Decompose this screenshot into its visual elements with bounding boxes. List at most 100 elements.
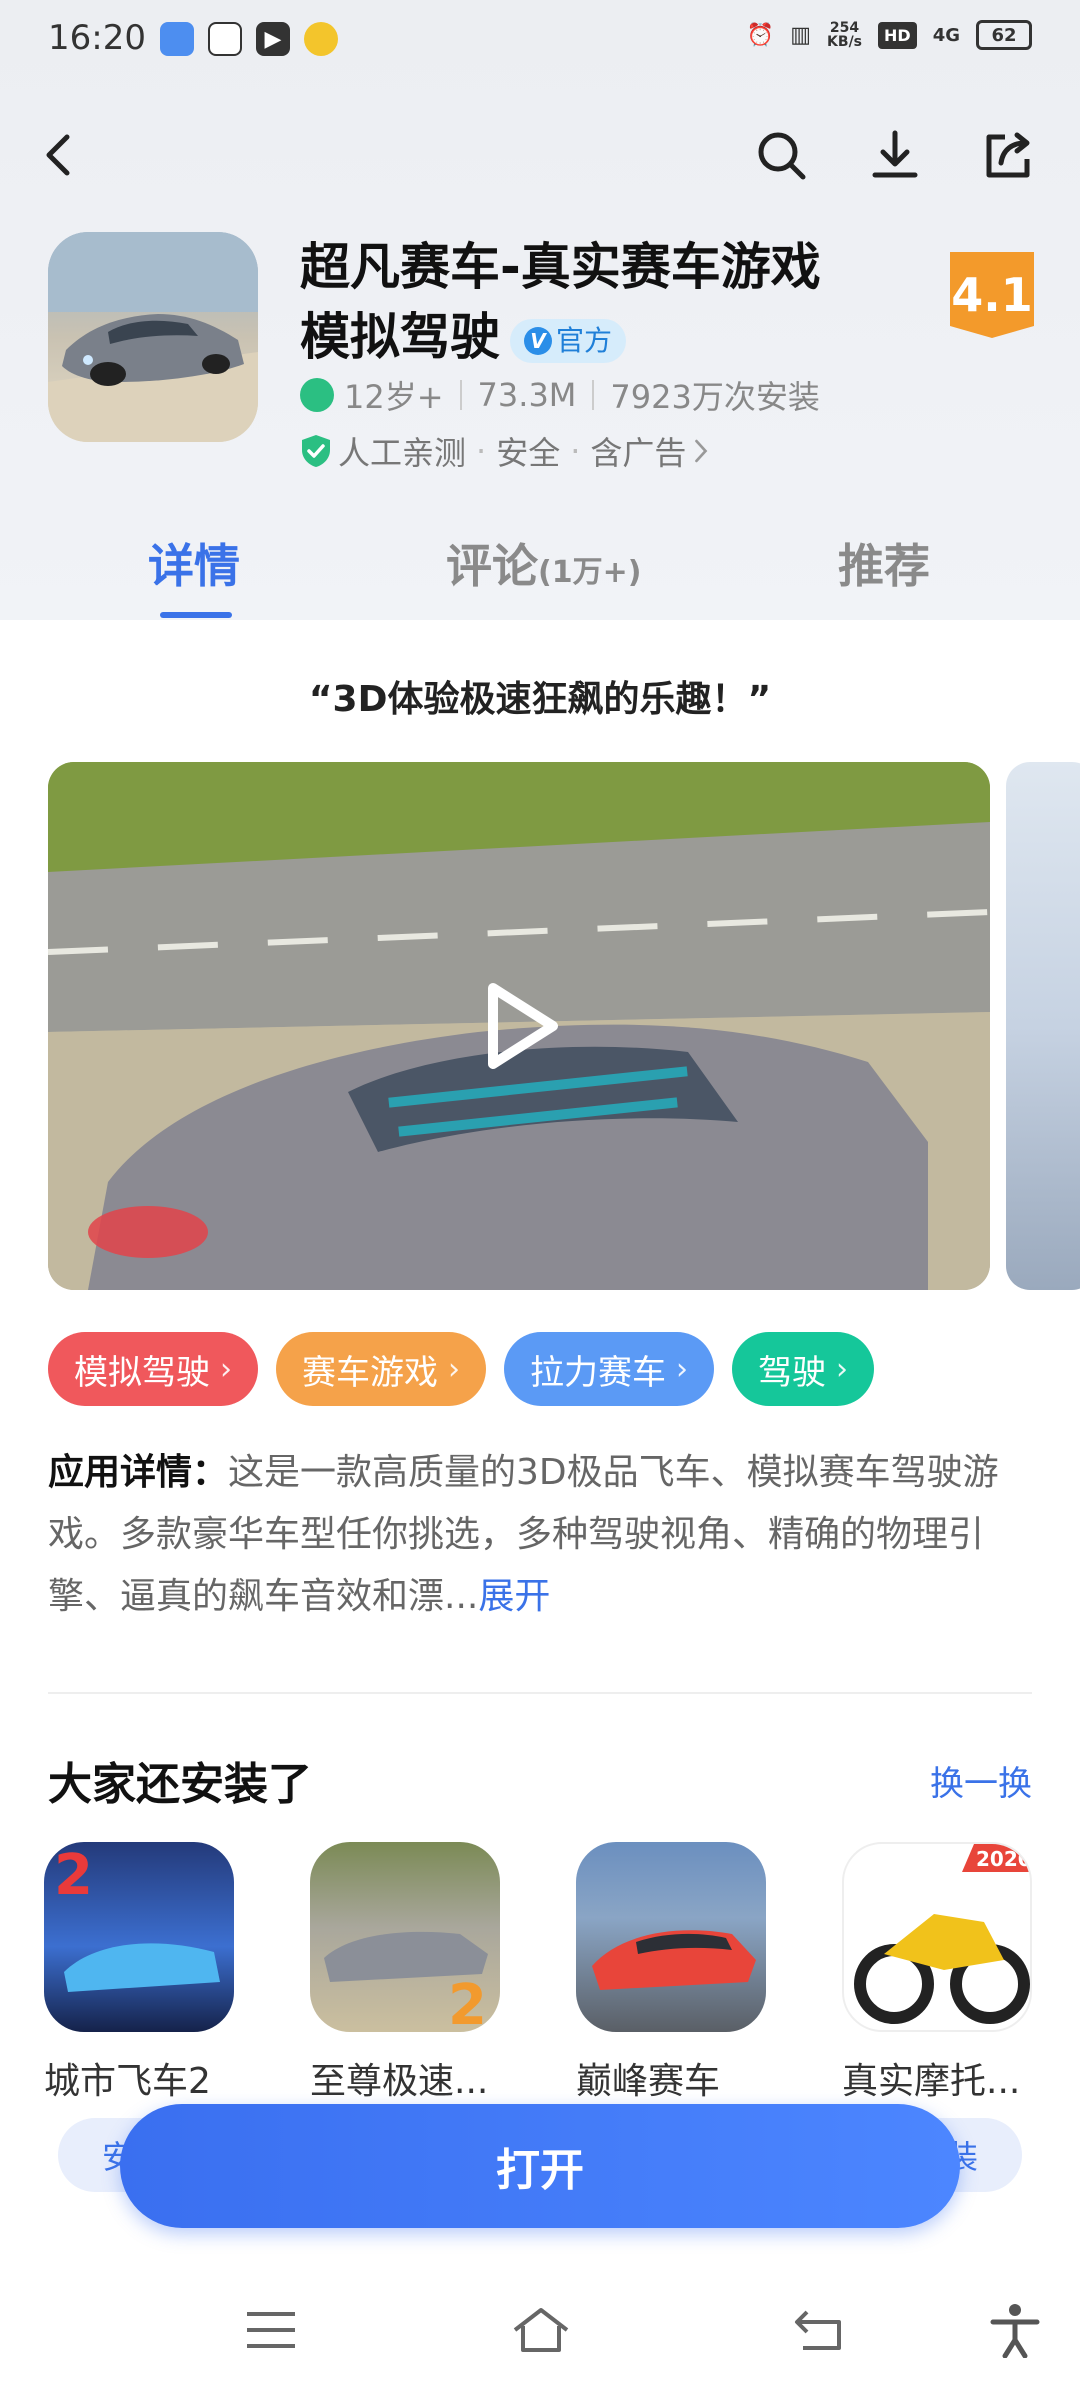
chevron-right-icon bbox=[695, 439, 708, 463]
safety-info-link[interactable]: 人工亲测 · 安全 · 含广告 bbox=[300, 428, 710, 474]
recommend-app-icon bbox=[576, 1842, 766, 2032]
app-title: 超凡赛车-真实赛车游戏模拟驾驶 V 官方 bbox=[300, 232, 860, 372]
notification-icons: ▶ bbox=[160, 22, 338, 56]
tag-label: 模拟驾驶 bbox=[74, 1352, 210, 1393]
tag-label: 驾驶 bbox=[758, 1352, 826, 1393]
tab-details-label: 详情 bbox=[148, 539, 240, 593]
race-car-image: 2 bbox=[324, 1931, 488, 2032]
motorcycle-image: 2020 bbox=[854, 1844, 1032, 2024]
open-button[interactable]: 打开 bbox=[120, 2104, 960, 2228]
back-button[interactable] bbox=[24, 120, 94, 190]
rating-badge: 4.1 bbox=[950, 252, 1034, 338]
app-description: 应用详情：这是一款高质量的3D极品飞车、模拟赛车驾驶游戏。多款豪华车型任你挑选，… bbox=[48, 1442, 1038, 1628]
sports-car-image bbox=[48, 232, 258, 442]
play-icon bbox=[488, 983, 558, 1069]
divider bbox=[459, 380, 462, 410]
tag-driving[interactable]: 驾驶 › bbox=[732, 1332, 874, 1406]
refresh-button[interactable]: 换一换 bbox=[930, 1756, 1032, 1805]
tag-simulation-driving[interactable]: 模拟驾驶 › bbox=[48, 1332, 258, 1406]
safety-secure: 安全 bbox=[496, 434, 561, 472]
gallery-notification-icon bbox=[160, 22, 194, 56]
recommend-app[interactable]: 2 城市飞车2 bbox=[44, 1842, 244, 2102]
screenshot-thumbnail[interactable] bbox=[1006, 762, 1080, 1290]
search-button[interactable] bbox=[746, 120, 816, 190]
network-speed: 254 KB/s bbox=[827, 21, 862, 49]
tab-recommend-label: 推荐 bbox=[838, 539, 930, 593]
recommend-app-icon: 2 bbox=[44, 1842, 234, 2032]
hd-badge: HD bbox=[878, 21, 917, 49]
tab-details[interactable]: 详情 bbox=[148, 530, 240, 596]
battery-level: 62 bbox=[991, 24, 1017, 46]
expand-link[interactable]: 展开 bbox=[478, 1576, 550, 1617]
recommend-app-icon: 2020 bbox=[842, 1842, 1032, 2032]
chevron-right-icon: › bbox=[676, 1351, 688, 1387]
active-tab-indicator bbox=[160, 612, 232, 618]
safety-ads: 含广告 bbox=[590, 434, 687, 472]
tab-reviews[interactable]: 评论(1万+) bbox=[446, 530, 641, 596]
tab-bar: 详情 评论(1万+) 推荐 bbox=[0, 530, 1080, 620]
tag-racing-games[interactable]: 赛车游戏 › bbox=[276, 1332, 486, 1406]
tag-label: 拉力赛车 bbox=[530, 1352, 666, 1393]
age-rating-icon bbox=[300, 378, 334, 412]
recommend-app[interactable]: 2020 真实摩托... bbox=[842, 1842, 1042, 2102]
game-logo-number: 2 bbox=[448, 1973, 487, 2032]
shield-check-icon bbox=[302, 435, 330, 467]
status-bar: 16:20 ▶ ⏰ ▥ 254 KB/s HD 4G 62 bbox=[0, 0, 1080, 84]
recommend-app[interactable]: 巅峰赛车 bbox=[576, 1842, 776, 2102]
app-meta-row: 12岁+ 73.3M 7923万次安装 bbox=[300, 372, 820, 418]
game-logo-number: 2 bbox=[54, 1843, 93, 1908]
recommend-app-name: 城市飞车2 bbox=[44, 2061, 211, 2102]
description-label: 应用详情： bbox=[48, 1452, 229, 1493]
race-car-image: 2 bbox=[54, 1843, 220, 1992]
system-nav-bar bbox=[0, 2260, 1080, 2400]
status-time: 16:20 bbox=[48, 18, 146, 58]
recommend-app-name: 真实摩托... bbox=[842, 2061, 1021, 2102]
app-notification-icon bbox=[304, 22, 338, 56]
video-notification-icon: ▶ bbox=[256, 22, 290, 56]
menu-button[interactable] bbox=[236, 2300, 306, 2360]
separator-dot: · bbox=[570, 432, 581, 470]
tag-label: 赛车游戏 bbox=[302, 1352, 438, 1393]
section-divider bbox=[48, 1692, 1032, 1694]
download-button[interactable] bbox=[860, 120, 930, 190]
menu-icon bbox=[247, 2312, 295, 2348]
top-toolbar bbox=[0, 110, 1080, 200]
back-nav-button[interactable] bbox=[786, 2300, 856, 2360]
vibrate-icon: ▥ bbox=[790, 22, 812, 48]
search-icon bbox=[758, 132, 806, 180]
home-icon bbox=[513, 2308, 569, 2352]
share-button[interactable] bbox=[974, 120, 1044, 190]
chevron-right-icon: › bbox=[220, 1351, 232, 1387]
back-nav-icon bbox=[795, 2310, 841, 2350]
app-slogan: “3D体验极速狂飙的乐趣！” bbox=[308, 679, 772, 720]
network-speed-value: 254 bbox=[829, 20, 860, 36]
recommend-app-name: 巅峰赛车 bbox=[576, 2061, 721, 2102]
preview-video[interactable] bbox=[48, 762, 990, 1290]
accessibility-icon bbox=[990, 2304, 1040, 2358]
recommend-app-icon: 2 bbox=[310, 1842, 500, 2032]
recommend-list: 2 城市飞车2 2 至尊极速... 巅峰赛车 2020 真实摩托... bbox=[44, 1842, 1044, 2102]
install-count: 7923万次安装 bbox=[610, 378, 820, 416]
download-icon bbox=[872, 130, 918, 178]
tab-reviews-label: 评论 bbox=[446, 539, 538, 593]
accessibility-button[interactable] bbox=[980, 2300, 1050, 2360]
year-badge: 2020 bbox=[976, 1847, 1032, 1871]
recommend-title: 大家还安装了 bbox=[48, 1759, 312, 1810]
back-arrow-icon bbox=[46, 134, 70, 176]
qq-notification-icon bbox=[208, 22, 242, 56]
race-car-image bbox=[592, 1930, 756, 1990]
verified-icon: V bbox=[524, 326, 552, 355]
recommend-app[interactable]: 2 至尊极速... bbox=[310, 1842, 510, 2102]
share-icon bbox=[986, 132, 1030, 178]
chevron-right-icon: › bbox=[836, 1351, 848, 1387]
official-badge: V 官方 bbox=[510, 318, 627, 363]
separator-dot: · bbox=[476, 432, 487, 470]
official-label: 官方 bbox=[556, 323, 613, 357]
signal-icon: 4G bbox=[932, 24, 960, 46]
network-speed-unit: KB/s bbox=[827, 34, 863, 50]
home-button[interactable] bbox=[506, 2300, 576, 2360]
alarm-icon: ⏰ bbox=[746, 22, 775, 48]
tag-rally-racing[interactable]: 拉力赛车 › bbox=[504, 1332, 714, 1406]
age-rating: 12岁+ bbox=[344, 378, 444, 416]
tab-recommend[interactable]: 推荐 bbox=[838, 530, 930, 596]
